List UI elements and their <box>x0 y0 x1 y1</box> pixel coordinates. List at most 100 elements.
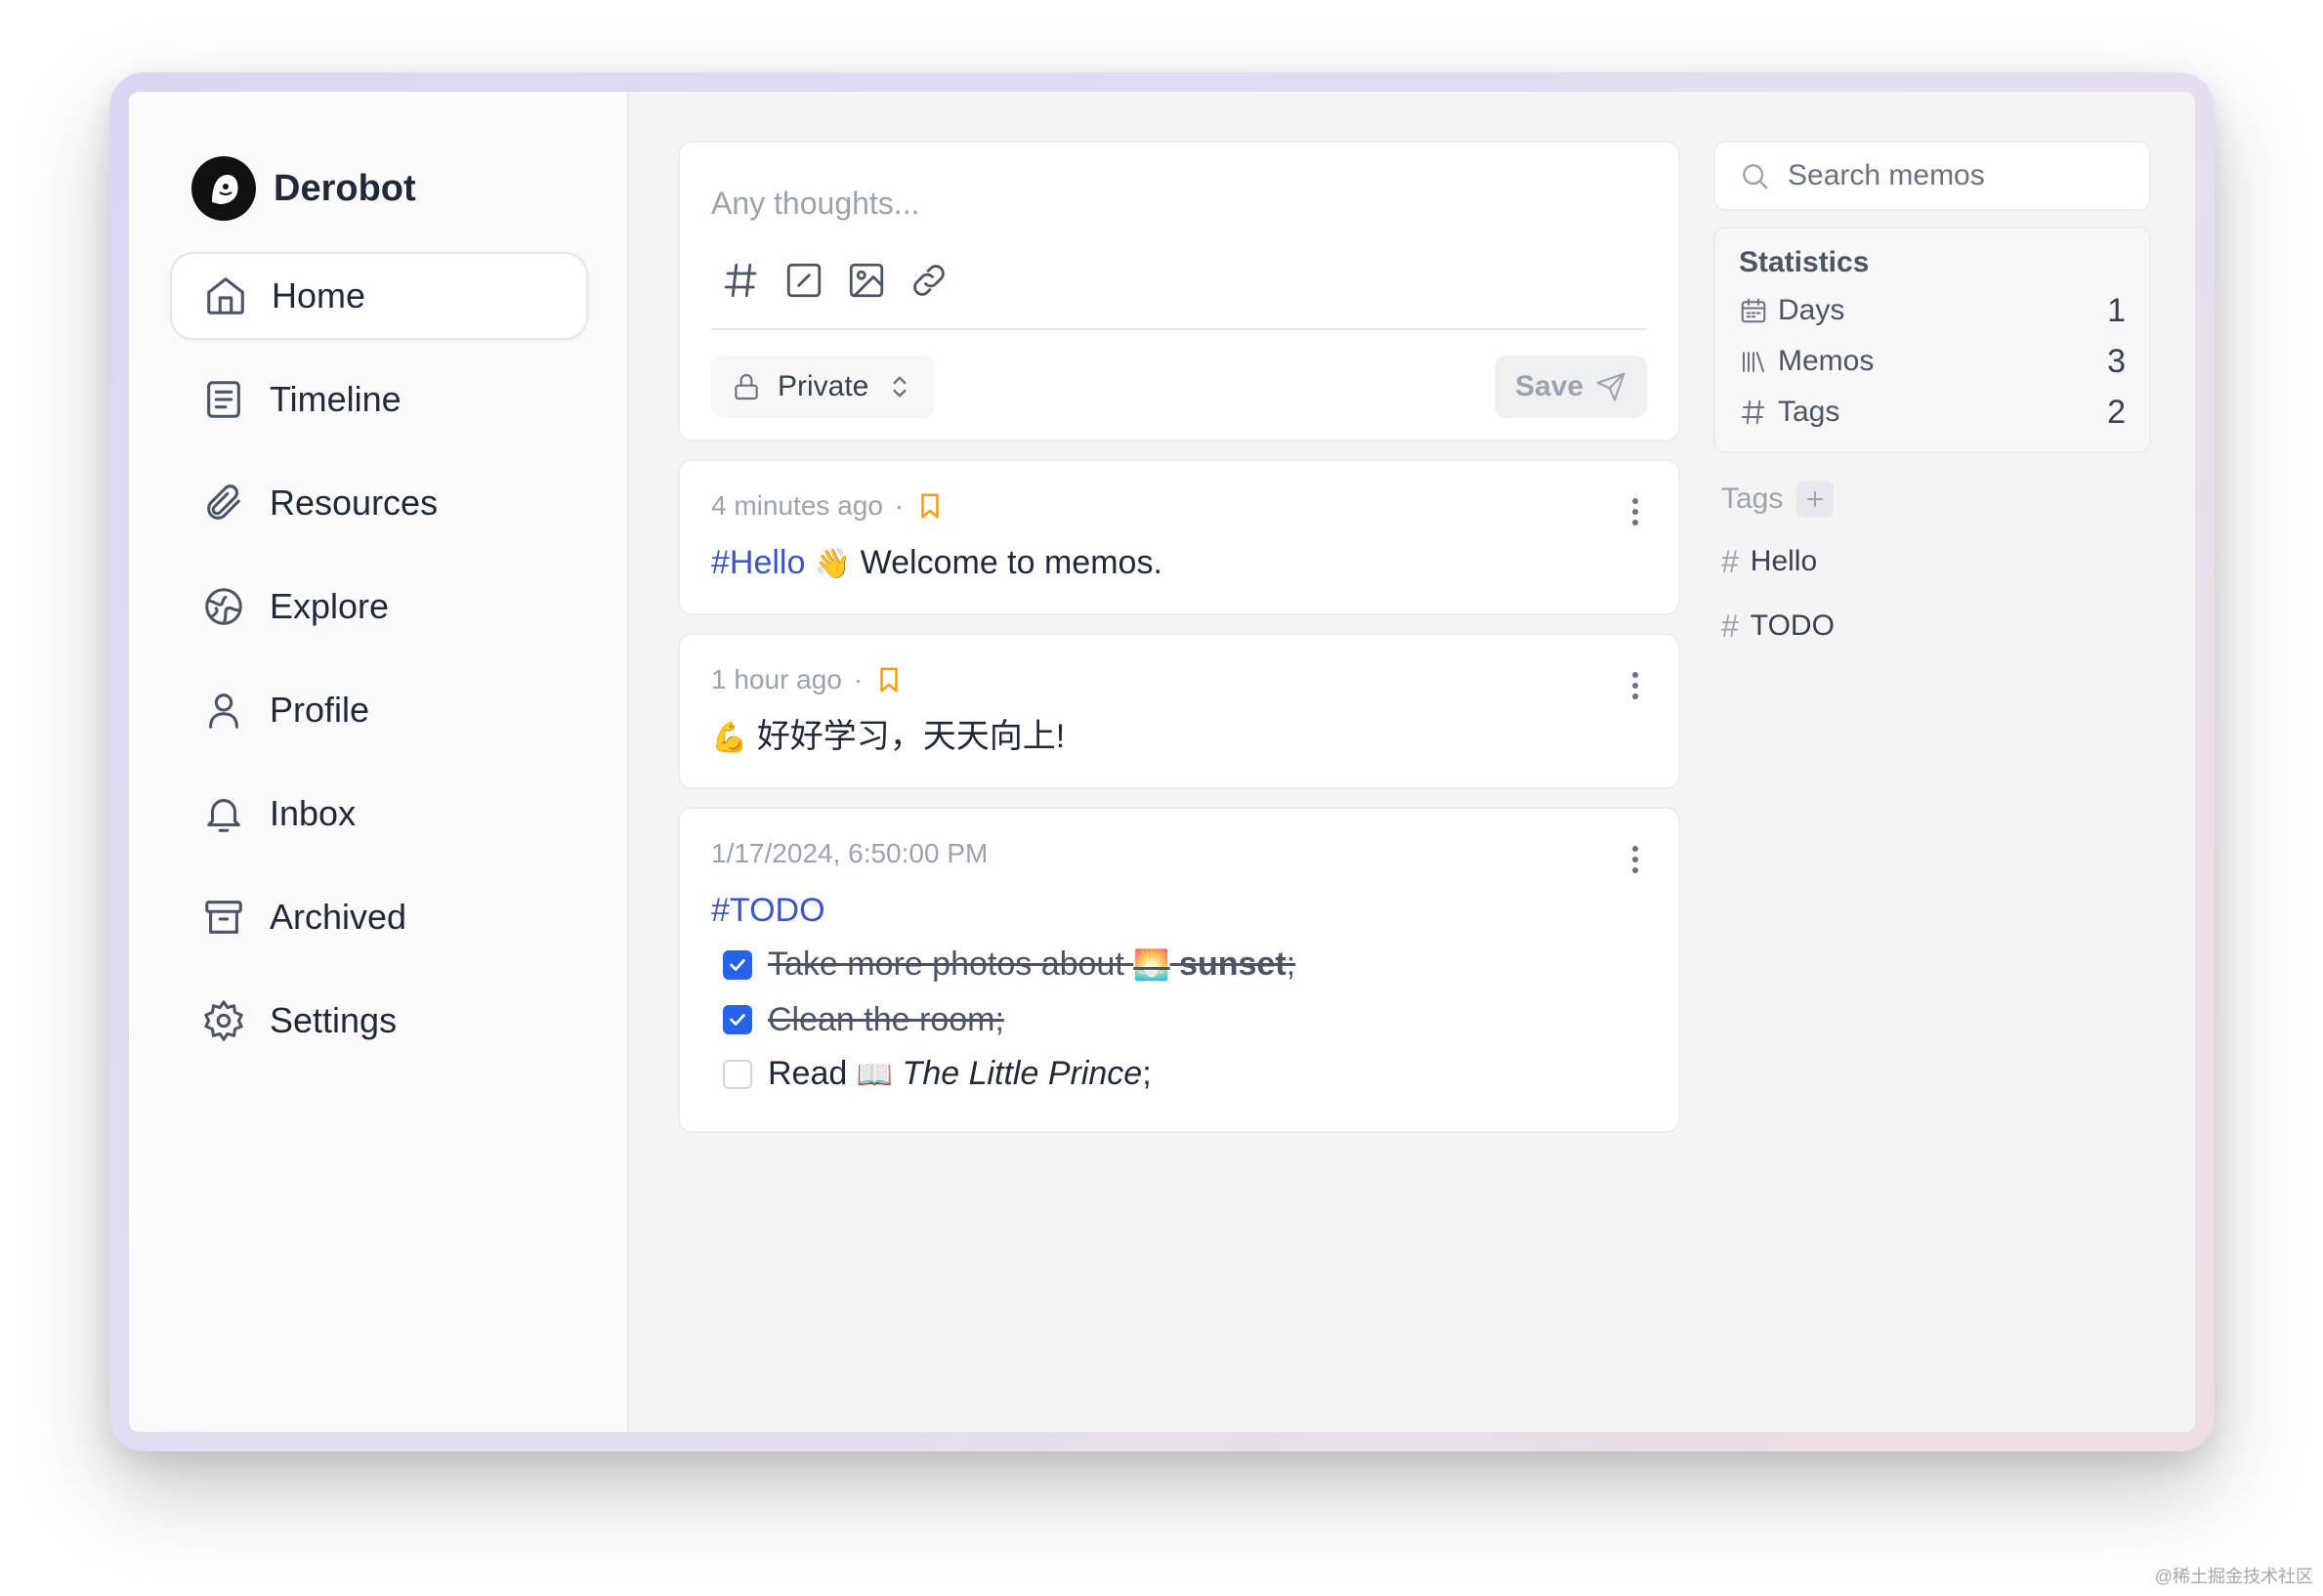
archive-icon <box>205 901 242 934</box>
task-text: Clean the room; <box>768 1001 1004 1038</box>
app-name: Derobot <box>274 167 416 209</box>
memo-time[interactable]: 1/17/2024, 6:50:00 PM <box>711 838 988 869</box>
memo-card: 4 minutes ago · #Hello 👋 Welcome to memo… <box>678 459 1680 615</box>
tag-label: Hello <box>1750 545 1818 577</box>
memo-meta: 1 hour ago · <box>711 662 1647 697</box>
task-item: Take more photos about 🌅 sunset; <box>711 938 1647 992</box>
user-icon <box>209 693 238 729</box>
bookmark-icon[interactable] <box>874 665 904 694</box>
gear-icon <box>204 1000 243 1041</box>
save-label: Save <box>1514 370 1584 402</box>
task-item: Read 📖 The Little Prince; <box>711 1047 1647 1102</box>
tag-label: TODO <box>1750 609 1835 642</box>
stat-label: Days <box>1778 294 1845 326</box>
brand[interactable]: Derobot <box>191 156 416 221</box>
nav-item-settings[interactable]: Settings <box>170 977 588 1065</box>
window-frame: Derobot Home Timeline Resources Explore … <box>109 72 2215 1451</box>
nav-label: Archived <box>270 897 407 937</box>
right-panel: Search memos Statistics Days 1 Memos 3 T… <box>1713 141 2151 658</box>
stat-label: Memos <box>1778 345 1875 377</box>
stat-value: 3 <box>2107 342 2126 380</box>
nav-menu: Home Timeline Resources Explore Profile <box>170 252 588 1080</box>
task-text-start: Read <box>768 1055 848 1092</box>
bookmark-icon[interactable] <box>915 491 945 521</box>
stat-row-days: Days 1 <box>1739 285 2126 336</box>
tag-item-hello[interactable]: # Hello <box>1713 529 2151 594</box>
tag-item-todo[interactable]: # TODO <box>1713 594 2151 658</box>
task-suffix: ; <box>1142 1055 1152 1092</box>
paperclip-icon <box>207 484 240 520</box>
edit-square-icon[interactable] <box>783 260 824 301</box>
more-vertical-icon[interactable] <box>1631 670 1639 701</box>
nav-item-timeline[interactable]: Timeline <box>170 356 588 443</box>
task-checkbox[interactable] <box>723 1060 752 1089</box>
task-text-start: Take more photos about <box>768 945 1124 983</box>
more-vertical-icon[interactable] <box>1631 844 1639 875</box>
hash-icon[interactable] <box>721 260 762 301</box>
tag-list: # Hello # TODO <box>1713 529 2151 658</box>
lock-icon <box>735 374 758 400</box>
stat-row-tags: Tags 2 <box>1739 387 2126 438</box>
hash-icon: # <box>1721 608 1739 644</box>
hash-icon <box>1741 399 1764 425</box>
memo-time[interactable]: 1 hour ago <box>711 664 842 695</box>
task-bold-text: sunset <box>1179 945 1287 983</box>
nav-label: Profile <box>270 690 370 730</box>
sidebar: Derobot Home Timeline Resources Explore … <box>129 92 629 1432</box>
image-icon[interactable] <box>846 260 887 301</box>
timeline-icon <box>207 381 240 418</box>
nav-item-resources[interactable]: Resources <box>170 459 588 547</box>
memo-meta: 1/17/2024, 6:50:00 PM <box>711 836 1647 871</box>
nav-item-profile[interactable]: Profile <box>170 666 588 754</box>
editor-input[interactable]: Any thoughts... <box>711 186 919 222</box>
user-avatar <box>191 156 256 221</box>
library-icon <box>1743 352 1764 372</box>
memo-card: 1/17/2024, 6:50:00 PM #TODO Take more ph… <box>678 807 1680 1133</box>
watermark: @稀土掘金技术社区 <box>2154 1567 2313 1586</box>
check-icon <box>730 1014 745 1026</box>
task-suffix: ; <box>1286 945 1296 983</box>
editor-toolbar <box>721 260 950 301</box>
search-input[interactable]: Search memos <box>1713 141 2151 211</box>
plus-icon <box>1807 491 1824 507</box>
avatar-illustration-icon <box>200 165 247 212</box>
memo-meta: 4 minutes ago · <box>711 488 1647 524</box>
memo-time[interactable]: 4 minutes ago <box>711 490 883 522</box>
add-tag-button[interactable] <box>1796 481 1835 518</box>
memo-card: 1 hour ago · 💪 好好学习，天天向上! <box>678 633 1680 789</box>
separator-dot: · <box>894 490 905 521</box>
stat-value: 2 <box>2107 393 2126 431</box>
memo-content: #TODO Take more photos about 🌅 sunset; C… <box>711 891 1647 1102</box>
memo-tag[interactable]: #Hello <box>711 544 805 581</box>
app-window: Derobot Home Timeline Resources Explore … <box>129 92 2195 1432</box>
tags-title: Tags <box>1721 483 1784 515</box>
nav-item-archived[interactable]: Archived <box>170 873 588 961</box>
task-italic-text: The Little Prince <box>902 1055 1143 1092</box>
globe-icon <box>205 588 242 625</box>
editor-divider <box>711 328 1647 330</box>
calendar-icon <box>1741 298 1766 323</box>
stat-row-memos: Memos 3 <box>1739 336 2126 387</box>
sunset-emoji: 🌅 <box>1133 949 1170 982</box>
task-checkbox[interactable] <box>723 950 752 980</box>
memo-content: #Hello 👋 Welcome to memos. <box>711 543 1647 584</box>
more-vertical-icon[interactable] <box>1631 496 1639 527</box>
link-icon[interactable] <box>908 260 950 301</box>
nav-item-inbox[interactable]: Inbox <box>170 770 588 858</box>
visibility-select[interactable]: Private <box>711 356 936 418</box>
memo-tag[interactable]: #TODO <box>711 891 1647 938</box>
memo-editor: Any thoughts... Private Save <box>678 141 1680 441</box>
hash-icon: # <box>1721 543 1739 579</box>
nav-label: Explore <box>270 586 390 626</box>
nav-item-explore[interactable]: Explore <box>170 563 588 651</box>
tags-header: Tags <box>1713 481 2151 518</box>
stat-value: 1 <box>2107 291 2126 329</box>
check-icon <box>730 959 745 971</box>
bell-icon <box>207 799 240 832</box>
task-checkbox[interactable] <box>723 1005 752 1034</box>
separator-dot: · <box>853 664 864 694</box>
wave-emoji: 👋 <box>814 548 852 580</box>
nav-item-home[interactable]: Home <box>170 252 588 340</box>
muscle-emoji: 💪 <box>711 722 748 754</box>
save-button[interactable]: Save <box>1495 356 1647 418</box>
